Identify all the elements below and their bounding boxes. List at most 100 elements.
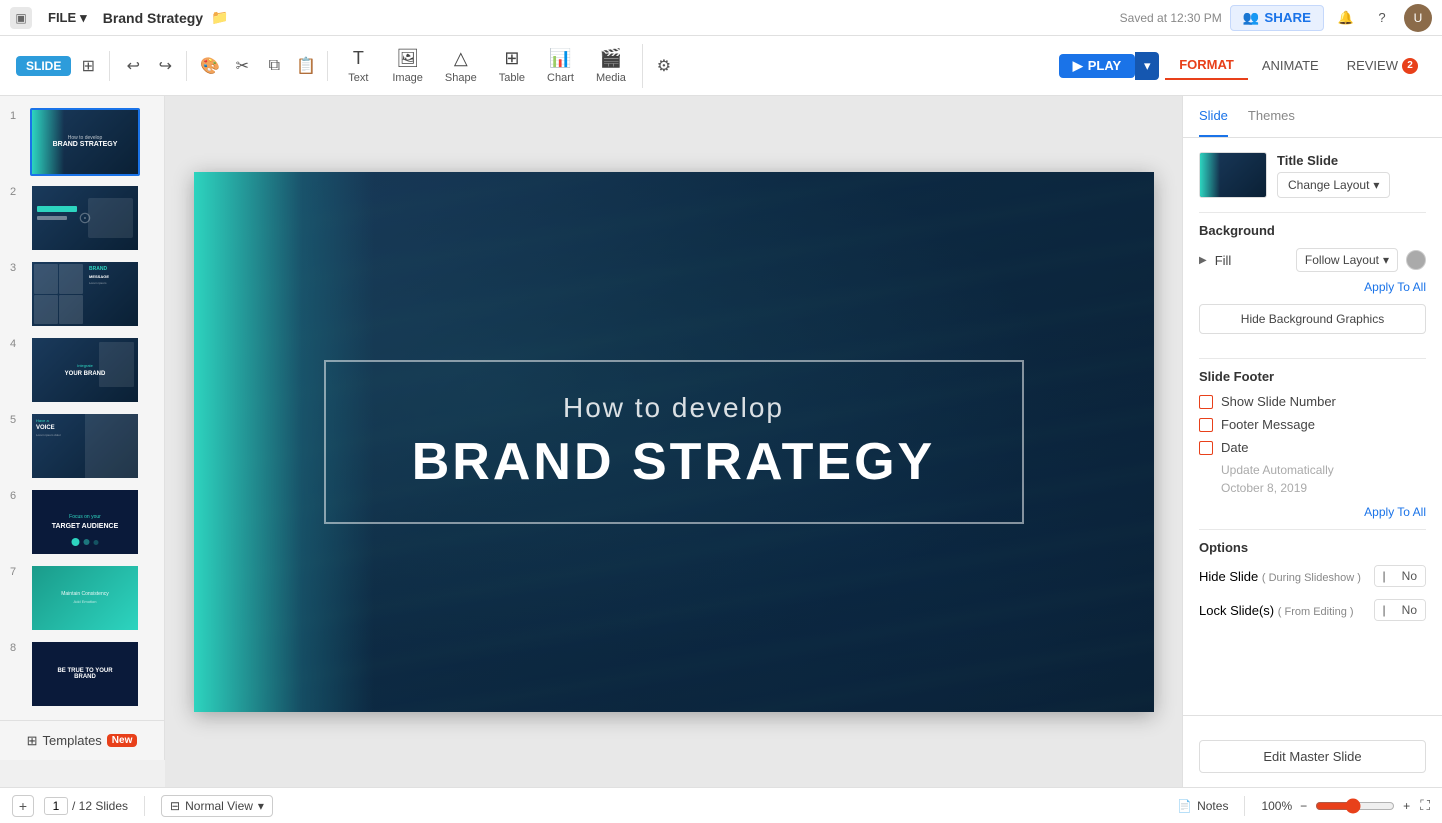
normal-view-button[interactable]: ⊟ Normal View ▾ (161, 795, 273, 817)
paste-button[interactable]: 📋 (291, 51, 321, 81)
user-avatar[interactable]: U (1404, 4, 1432, 32)
apply-all-background[interactable]: Apply To All (1199, 280, 1426, 294)
apply-all-footer[interactable]: Apply To All (1199, 505, 1426, 519)
date-label: Date (1221, 440, 1248, 455)
main-content: 1 How to develop BRAND STRATEGY 2 (0, 96, 1442, 787)
shape-insert-button[interactable]: △ Shape (435, 44, 487, 88)
table-insert-button[interactable]: ⊞ Table (489, 44, 535, 88)
file-label: FILE (48, 10, 76, 25)
page-number-input[interactable] (44, 797, 68, 815)
slide-thumbnail-2[interactable]: 2 ⊙ (0, 180, 164, 256)
footer-message-checkbox[interactable] (1199, 418, 1213, 432)
footer-section-title: Slide Footer (1199, 369, 1426, 384)
zoom-section: 100% − + (1261, 798, 1410, 814)
notifications-button[interactable]: 🔔 (1332, 4, 1360, 32)
view-icon: ⊟ (170, 799, 180, 813)
logo-button[interactable]: ▣ (10, 7, 32, 29)
undo-button[interactable]: ↩ (118, 51, 148, 81)
slide-thumbnail-4[interactable]: 4 Integrate YOUR BRAND (0, 332, 164, 408)
tab-animate[interactable]: ANIMATE (1248, 52, 1333, 79)
slide-label[interactable]: SLIDE (16, 56, 71, 76)
table-icon: ⊞ (504, 48, 519, 69)
slide-thumbnail-3[interactable]: 3 BRAND MESSAGE Lorem ipsum (0, 256, 164, 332)
zoom-slider[interactable] (1315, 798, 1395, 814)
slide-canvas[interactable]: How to develop BRAND STRATEGY (194, 172, 1154, 712)
cut-icon: ✂ (236, 56, 249, 76)
divider-1 (1199, 212, 1426, 213)
redo-icon: ↪ (159, 56, 172, 76)
slide-thumbnail-1[interactable]: 1 How to develop BRAND STRATEGY (0, 104, 164, 180)
slide-thumbnail-7[interactable]: 7 Maintain Consistency Add Emotion (0, 560, 164, 636)
show-slide-number-checkbox[interactable] (1199, 395, 1213, 409)
shape-icon: △ (454, 48, 468, 69)
zoom-plus-icon[interactable]: + (1403, 799, 1410, 813)
hide-slide-toggle-separator: | (1375, 566, 1394, 586)
fill-color-swatch[interactable] (1406, 250, 1426, 270)
fullscreen-button[interactable]: ⛶ (1420, 797, 1430, 814)
tab-review[interactable]: REVIEW 2 (1333, 52, 1432, 80)
media-insert-button[interactable]: 🎬 Media (586, 44, 636, 88)
share-button[interactable]: 👥 SHARE (1230, 5, 1324, 31)
tab-format[interactable]: FORMAT (1165, 51, 1248, 80)
slide-1-thumb[interactable]: How to develop BRAND STRATEGY (30, 108, 140, 176)
date-checkbox[interactable] (1199, 441, 1213, 455)
lock-slide-toggle[interactable]: | No (1374, 599, 1426, 621)
canvas-area[interactable]: How to develop BRAND STRATEGY (165, 96, 1182, 787)
cut-button[interactable]: ✂ (227, 51, 257, 81)
chart-insert-button[interactable]: 📊 Chart (537, 44, 584, 88)
tab-themes[interactable]: Themes (1248, 96, 1295, 137)
slide-8-thumb[interactable]: BE TRUE TO YOURBRAND (30, 640, 140, 708)
help-button[interactable]: ? (1368, 4, 1396, 32)
options-section-title: Options (1199, 540, 1426, 555)
right-panel-content: Title Slide Change Layout ▾ Background ▶… (1183, 138, 1442, 715)
slide-thumbnail-6[interactable]: 6 Focus on your TARGET AUDIENCE (0, 484, 164, 560)
layout-icon: ⊞ (82, 56, 95, 76)
hide-background-graphics-button[interactable]: Hide Background Graphics (1199, 304, 1426, 334)
slide-3-thumb[interactable]: BRAND MESSAGE Lorem ipsum (30, 260, 140, 328)
slide-5-thumb[interactable]: Have a VOICE Lorem ipsum dolor (30, 412, 140, 480)
redo-button[interactable]: ↪ (150, 51, 180, 81)
edit-master-slide-button[interactable]: Edit Master Slide (1199, 740, 1426, 773)
paint-format-button[interactable]: 🎨 (195, 51, 225, 81)
slide-panel: 1 How to develop BRAND STRATEGY 2 (0, 96, 165, 720)
text-insert-button[interactable]: T Text (336, 44, 380, 88)
settings-icon: ⚙ (657, 56, 671, 76)
zoom-minus-icon[interactable]: − (1300, 799, 1307, 813)
image-insert-button[interactable]: 🖼 Image (382, 44, 433, 88)
slide-subtitle-text: How to develop (366, 392, 982, 424)
slide-4-thumb[interactable]: Integrate YOUR BRAND (30, 336, 140, 404)
settings-button[interactable]: ⚙ (649, 51, 679, 81)
slide-2-thumb[interactable]: ⊙ (30, 184, 140, 252)
hide-slide-toggle[interactable]: | No (1374, 565, 1426, 587)
play-dropdown-button[interactable]: ▾ (1135, 52, 1159, 80)
divider-2 (1199, 358, 1426, 359)
change-layout-button[interactable]: Change Layout ▾ (1277, 172, 1390, 198)
file-menu[interactable]: FILE ▾ (40, 7, 95, 29)
templates-button[interactable]: ⊞ Templates New (27, 733, 138, 749)
tab-slide[interactable]: Slide (1199, 96, 1228, 137)
copy-button[interactable]: ⧉ (259, 51, 289, 81)
play-button[interactable]: ▶ PLAY (1059, 54, 1135, 78)
panel-bottom: Edit Master Slide (1183, 715, 1442, 787)
date-value: October 8, 2019 (1221, 481, 1426, 495)
help-icon: ? (1378, 10, 1385, 25)
hide-slide-no[interactable]: No (1394, 566, 1425, 586)
saved-status: Saved at 12:30 PM (1120, 11, 1222, 25)
layout-icon-button[interactable]: ⊞ (73, 51, 103, 81)
layout-thumbnail (1199, 152, 1267, 198)
notes-button[interactable]: 📄 Notes (1177, 799, 1228, 813)
slide-thumbnail-8[interactable]: 8 BE TRUE TO YOURBRAND (0, 636, 164, 712)
slide-7-thumb[interactable]: Maintain Consistency Add Emotion (30, 564, 140, 632)
add-slide-button[interactable]: + (12, 795, 34, 817)
notes-icon: 📄 (1177, 799, 1192, 813)
fill-dropdown[interactable]: Follow Layout ▾ (1296, 248, 1398, 272)
lock-slide-no[interactable]: No (1394, 600, 1425, 620)
new-badge: New (107, 734, 138, 747)
fill-row: ▶ Fill Follow Layout ▾ (1199, 248, 1426, 272)
slide-text-box[interactable]: How to develop BRAND STRATEGY (324, 360, 1024, 524)
background-section-title: Background (1199, 223, 1426, 238)
slide-thumbnail-5[interactable]: 5 Have a VOICE Lorem ipsum dolor (0, 408, 164, 484)
lock-slide-toggle-separator: | (1375, 600, 1394, 620)
copy-icon: ⧉ (269, 57, 280, 75)
slide-6-thumb[interactable]: Focus on your TARGET AUDIENCE (30, 488, 140, 556)
